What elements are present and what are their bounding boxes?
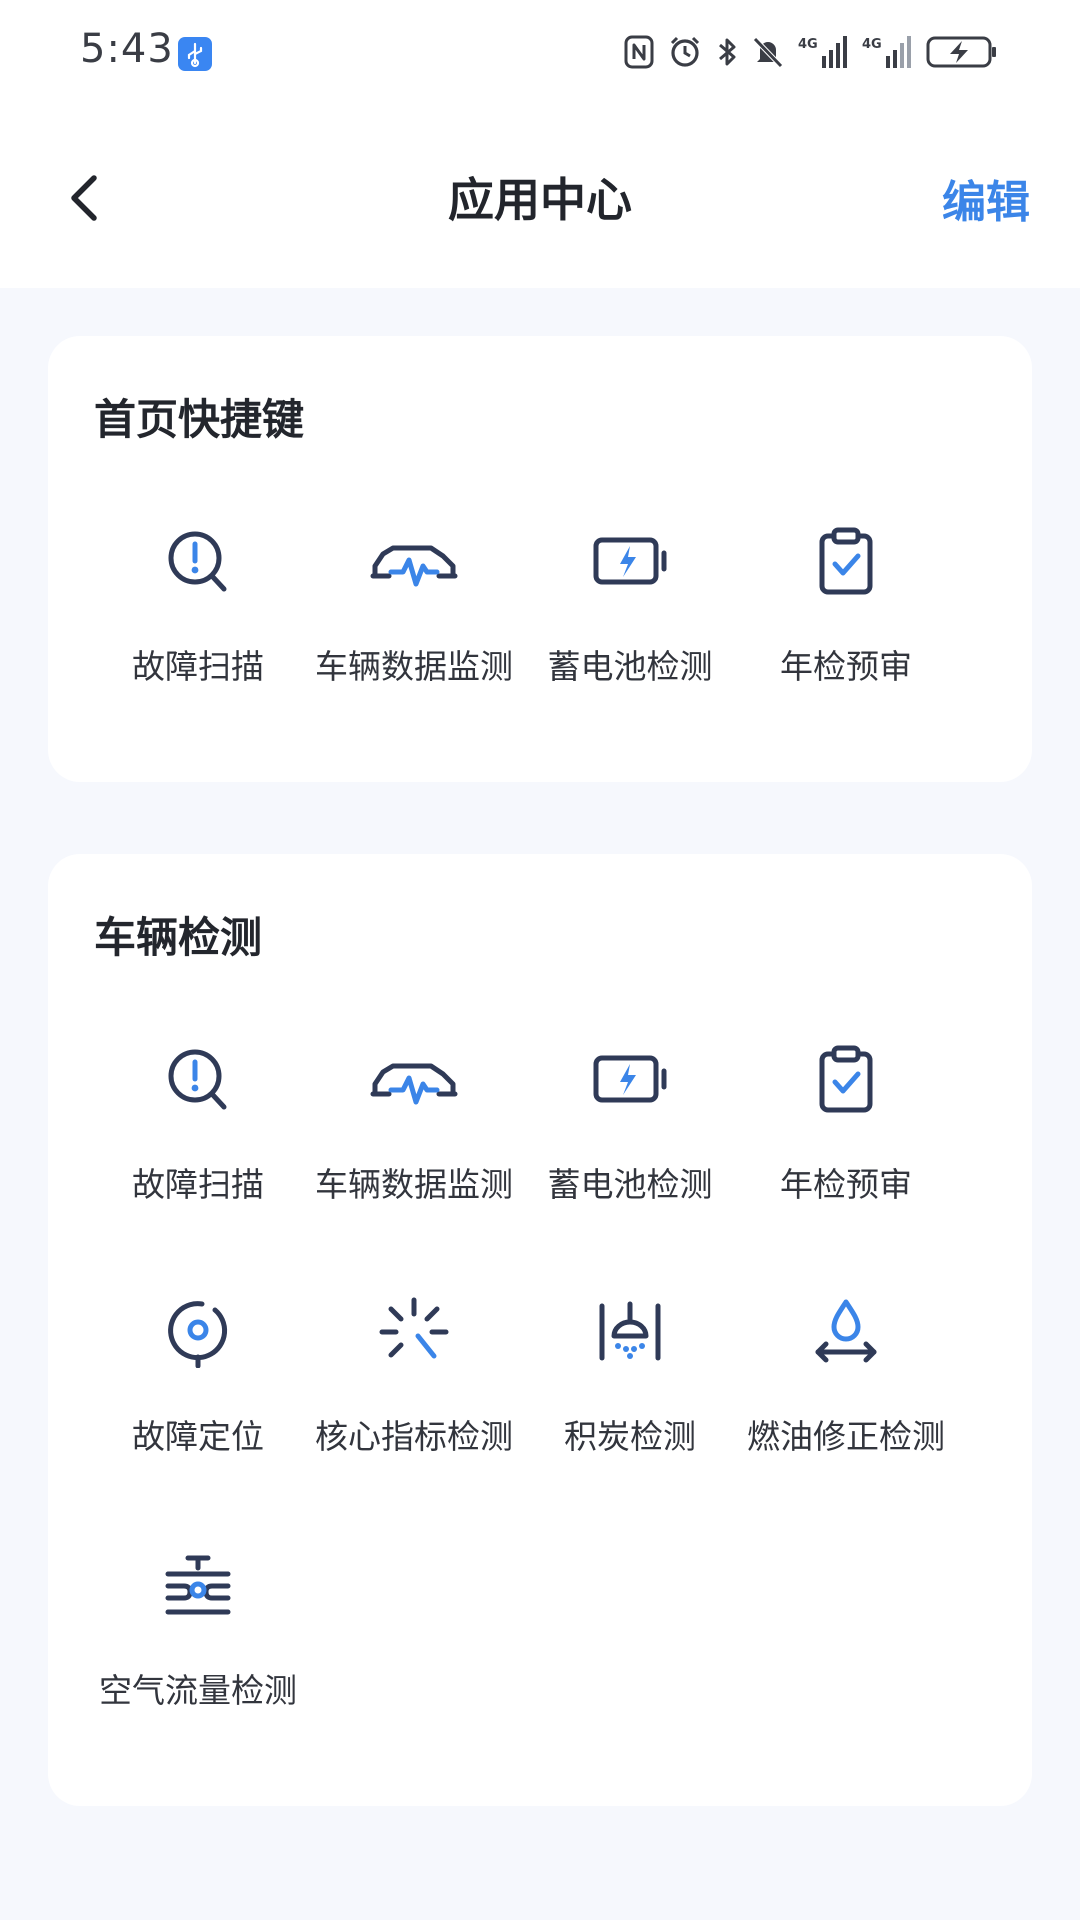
app-label: 燃油修正检测 bbox=[747, 1417, 945, 1456]
app-item-inspection[interactable]: 年检预审 bbox=[738, 1044, 954, 1244]
status-bar: 5:43 4G 4G bbox=[0, 0, 1080, 110]
status-icons: 4G 4G bbox=[624, 30, 998, 74]
app-item-core-metrics[interactable]: 核心指标检测 bbox=[306, 1296, 522, 1496]
app-item-vehicle-data[interactable]: 车辆数据监测 bbox=[306, 526, 522, 726]
svg-text:4G: 4G bbox=[798, 37, 818, 52]
section-title: 车辆检测 bbox=[94, 913, 263, 962]
app-label: 空气流量检测 bbox=[99, 1671, 297, 1710]
status-time: 5:43 bbox=[80, 26, 174, 72]
app-item-carbon-deposit[interactable]: 积炭检测 bbox=[522, 1296, 738, 1496]
app-item-fuel-trim[interactable]: 燃油修正检测 bbox=[738, 1296, 954, 1496]
bluetooth-icon bbox=[716, 35, 738, 69]
fault-locate-icon bbox=[162, 1296, 234, 1368]
battery-test-icon bbox=[590, 1044, 670, 1116]
app-label: 年检预审 bbox=[780, 1165, 912, 1204]
top-bar: 5:43 4G 4G 应用中心 编辑 bbox=[0, 0, 1080, 288]
4g-signal-icon: 4G bbox=[798, 34, 848, 70]
svg-text:4G: 4G bbox=[862, 37, 882, 52]
air-flow-icon bbox=[162, 1550, 234, 1622]
battery-test-icon bbox=[590, 526, 670, 598]
4g-signal-icon: 4G bbox=[862, 34, 912, 70]
battery-charging-icon bbox=[926, 35, 998, 69]
core-metrics-icon bbox=[378, 1296, 450, 1368]
shortcuts-card: 首页快捷键 故障扫描 车辆数据监测 蓄电池检测 年检预审 bbox=[48, 336, 1032, 782]
app-item-air-flow[interactable]: 空气流量检测 bbox=[90, 1550, 306, 1750]
app-item-battery-test[interactable]: 蓄电池检测 bbox=[522, 526, 738, 726]
inspection-clipboard-icon bbox=[810, 1044, 882, 1116]
vehicle-data-icon bbox=[369, 526, 459, 598]
app-item-battery-test[interactable]: 蓄电池检测 bbox=[522, 1044, 738, 1244]
fault-scan-icon bbox=[162, 526, 234, 598]
fault-scan-icon bbox=[162, 1044, 234, 1116]
vehicle-data-icon bbox=[369, 1044, 459, 1116]
fuel-trim-icon bbox=[810, 1296, 882, 1368]
vehicle-check-card: 车辆检测 故障扫描 车辆数据监测 蓄电池检测 年检预审 故障定位 核心指标检测 … bbox=[48, 854, 1032, 1806]
app-item-inspection[interactable]: 年检预审 bbox=[738, 526, 954, 726]
alarm-icon bbox=[668, 35, 702, 69]
app-item-fault-scan[interactable]: 故障扫描 bbox=[90, 1044, 306, 1244]
app-label: 年检预审 bbox=[780, 647, 912, 686]
nfc-icon bbox=[624, 35, 654, 69]
inspection-clipboard-icon bbox=[810, 526, 882, 598]
app-item-fault-scan[interactable]: 故障扫描 bbox=[90, 526, 306, 726]
carbon-deposit-icon bbox=[594, 1296, 666, 1368]
edit-button[interactable]: 编辑 bbox=[942, 166, 1030, 230]
app-item-vehicle-data[interactable]: 车辆数据监测 bbox=[306, 1044, 522, 1244]
usb-icon bbox=[178, 37, 212, 71]
mute-icon bbox=[752, 35, 784, 69]
app-item-fault-locate[interactable]: 故障定位 bbox=[90, 1296, 306, 1496]
nav-bar: 应用中心 编辑 bbox=[0, 150, 1080, 250]
page-title: 应用中心 bbox=[448, 173, 632, 227]
section-title: 首页快捷键 bbox=[94, 395, 305, 444]
